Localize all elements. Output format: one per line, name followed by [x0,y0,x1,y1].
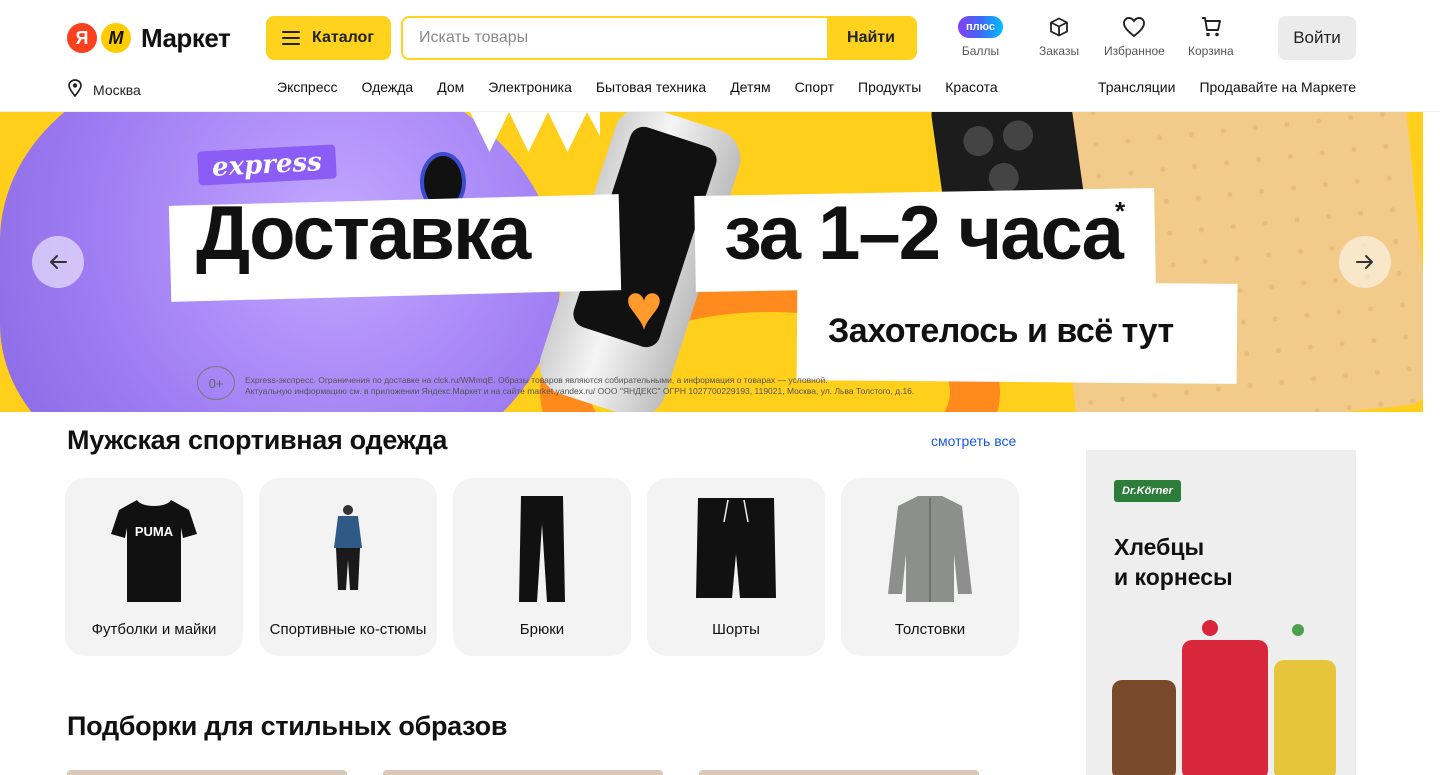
nav-item-electronics[interactable]: Электроника [488,79,572,95]
pants-icon [492,494,592,604]
login-button[interactable]: Войти [1278,16,1356,60]
tracksuit-icon [298,494,398,604]
collection-tile[interactable] [699,770,979,775]
orders-label: Заказы [1039,44,1080,58]
cart-label: Корзина [1188,44,1234,58]
nav-item-express[interactable]: Экспресс [277,79,338,95]
ad-title-line: Хлебцы [1114,534,1205,560]
location-pin-icon [67,79,83,100]
market-logo-icon: M [101,23,131,53]
card-label: Спортивные ко-стюмы [269,621,427,638]
search-bar: Найти [401,16,917,60]
hoodie-icon [880,494,980,604]
see-all-link[interactable]: смотреть все [931,433,1016,449]
category-card-shorts[interactable]: Шорты [647,478,825,656]
card-label: Футболки и майки [91,621,217,638]
banner-headline-left: Доставка [196,191,531,276]
logo-text: Маркет [141,22,231,53]
search-input[interactable] [403,18,827,58]
site-header: Я M Маркет Каталог Найти плюс Баллы Зака… [0,0,1440,112]
category-card-pants[interactable]: Брюки [453,478,631,656]
catalog-button[interactable]: Каталог [266,16,391,60]
section-title: Подборки для стильных образов [67,711,508,741]
banner-headline-right: за 1–2 часа [724,191,1124,276]
nav-item-groceries[interactable]: Продукты [858,79,921,95]
category-nav: Экспресс Одежда Дом Электроника Бытовая … [277,79,998,95]
banner-legal-text: Express-экспресс. Ограничения по доставк… [245,375,985,397]
card-label: Брюки [519,621,565,638]
side-ad-banner[interactable]: Dr.Körner Хлебцы и корнесы [1086,450,1356,775]
category-cards: PUMA Футболки и майки Спортивные ко-стюм… [65,478,1019,656]
secondary-nav: Трансляции Продавайте на Маркете [1098,79,1356,95]
arrow-right-icon [1356,255,1373,269]
orders-button[interactable]: Заказы [1039,16,1079,58]
points-label: Баллы [961,44,1000,58]
menu-icon [282,31,300,45]
points-button[interactable]: плюс Баллы [958,16,1003,58]
box-icon [1049,16,1069,38]
section-title: Мужская спортивная одежда [67,425,448,455]
cart-button[interactable]: Корзина [1188,16,1234,58]
nav-item-clothes[interactable]: Одежда [362,79,414,95]
collection-tile[interactable] [67,770,347,775]
nav-item-home[interactable]: Дом [437,79,464,95]
nav-item-sport[interactable]: Спорт [795,79,834,95]
style-collections-row [67,770,979,775]
nav-item-sell-on-market[interactable]: Продавайте на Маркете [1199,79,1356,95]
category-card-hoodies[interactable]: Толстовки [841,478,1019,656]
cart-icon [1199,16,1223,38]
nav-item-beauty[interactable]: Красота [945,79,997,95]
yandex-logo-icon: Я [67,23,97,53]
nav-item-kids[interactable]: Детям [730,79,770,95]
nav-item-appliances[interactable]: Бытовая техника [596,79,706,95]
category-card-tshirts[interactable]: PUMA Футболки и майки [65,478,243,656]
ad-title-line: и корнесы [1114,564,1233,590]
brand-logo: Dr.Körner [1114,480,1181,502]
shark-teeth-image [470,112,600,152]
banner-subline: Захотелось и всё тут [828,312,1174,350]
shorts-icon [686,494,786,604]
collection-tile[interactable] [383,770,663,775]
heart-icon [1122,16,1146,38]
legal-line: Express-экспресс. Ограничения по доставк… [245,375,828,385]
arrow-left-icon [50,255,67,269]
promo-banner[interactable]: ♥ express Доставка за 1–2 часа * Захотел… [0,112,1423,412]
category-card-tracksuits[interactable]: Спортивные ко-стюмы [259,478,437,656]
card-label: Толстовки [894,621,966,638]
plus-badge: плюс [958,16,1003,38]
tracker-heart-icon: ♥ [625,271,663,343]
express-tag: express [197,144,337,186]
yandex-market-logo[interactable]: Я M Маркет [67,22,231,54]
catalog-label: Каталог [312,29,374,46]
age-rating-badge: 0+ [197,366,235,400]
banner-next-button[interactable] [1339,236,1391,288]
nav-item-broadcasts[interactable]: Трансляции [1098,79,1175,95]
ad-title: Хлебцы и корнесы [1114,532,1233,592]
city-selector[interactable]: Москва [67,79,141,100]
favorites-label: Избранное [1104,44,1165,58]
tshirt-icon: PUMA [104,494,204,604]
search-button[interactable]: Найти [827,18,915,58]
city-name: Москва [93,81,141,98]
product-packs-image [1112,620,1342,775]
card-label: Шорты [712,621,760,638]
legal-line: Актуальную информацию см. в приложении Я… [245,386,915,396]
favorites-button[interactable]: Избранное [1104,16,1165,58]
banner-prev-button[interactable] [32,236,84,288]
svg-text:PUMA: PUMA [135,524,174,539]
banner-asterisk: * [1115,196,1126,226]
